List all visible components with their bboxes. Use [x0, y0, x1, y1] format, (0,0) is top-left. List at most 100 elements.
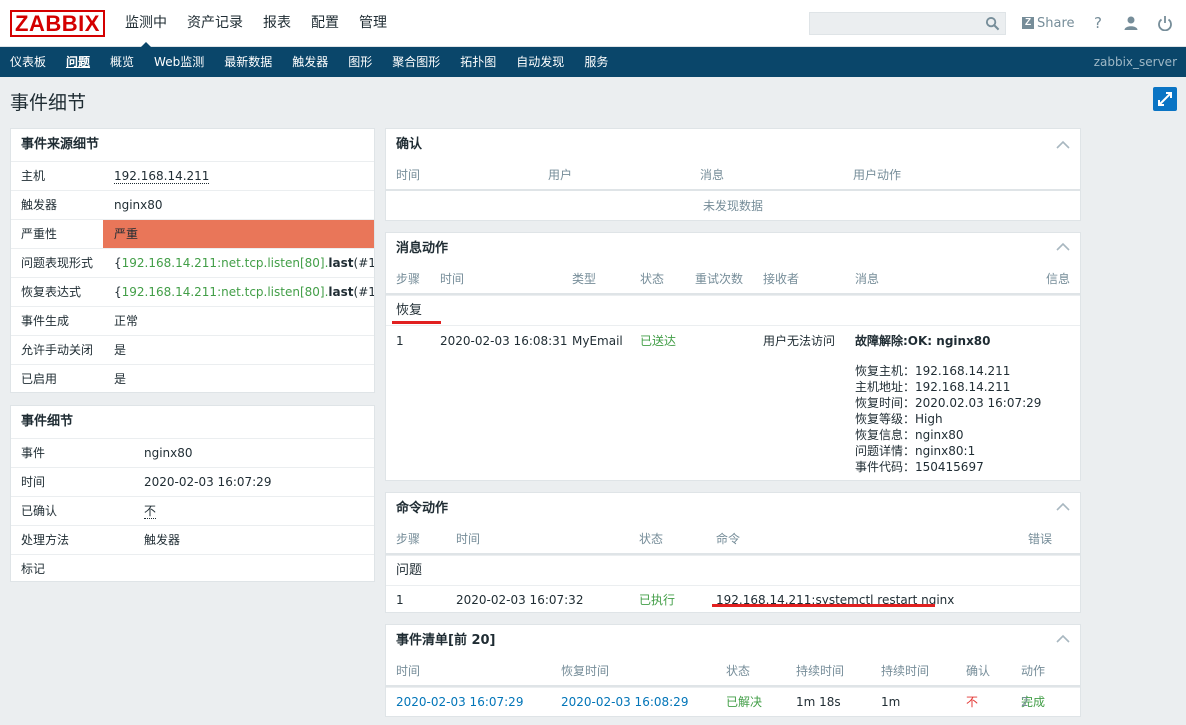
tags-label: 标记: [21, 562, 46, 576]
trigger-row: 触发器 nginx80: [11, 190, 374, 219]
severity-badge: 严重: [103, 220, 374, 249]
command-status: 已执行: [639, 593, 676, 607]
help-icon[interactable]: ?: [1090, 15, 1106, 31]
message-type: MyEmail: [572, 334, 623, 348]
collapse-chevron-icon[interactable]: [1056, 242, 1070, 252]
enabled-row: 已启用 是: [11, 364, 374, 392]
col-user: 用户: [548, 168, 573, 182]
share-button[interactable]: Z Share: [1022, 15, 1075, 31]
acknowledged-label: 已确认: [21, 504, 58, 518]
problem-expression: {192.168.14.211:net.tcp.listen[80].last(…: [114, 256, 374, 270]
command-actions-panel: 命令动作 步骤 时间 状态 命令 错误 问题 1 2020-02-03 16:0…: [385, 492, 1081, 613]
event-generation-row: 事件生成 正常: [11, 306, 374, 335]
search-input[interactable]: [809, 12, 1006, 35]
fullscreen-icon[interactable]: [1153, 87, 1177, 111]
event-list-row: 2020-02-03 16:07:29 2020-02-03 16:08:29 …: [386, 687, 1080, 716]
problem-expression-row: 问题表现形式 {192.168.14.211:net.tcp.listen[80…: [11, 248, 374, 277]
host-link[interactable]: 192.168.14.211: [114, 169, 210, 184]
event-list-table-header: 时间 恢复时间 状态 持续时间 持续时间 确认 动作: [386, 657, 1080, 687]
time-label: 时间: [21, 475, 46, 489]
collapse-chevron-icon[interactable]: [1056, 502, 1070, 512]
subnav-overview[interactable]: 概览: [100, 47, 144, 77]
acknowledges-panel: 确认 时间 用户 消息 用户动作 未发现数据: [385, 128, 1081, 221]
severity-label: 严重性: [21, 227, 58, 241]
collapse-chevron-icon[interactable]: [1056, 634, 1070, 644]
server-name: zabbix_server: [1093, 55, 1177, 69]
manual-close-row: 允许手动关闭 是: [11, 335, 374, 364]
problem-section-label: 问题: [396, 563, 423, 578]
search-icon[interactable]: [985, 16, 1000, 31]
share-label: Share: [1037, 15, 1075, 31]
subnav-services[interactable]: 服务: [574, 47, 618, 77]
message-recipient: 用户无法访问: [763, 334, 836, 348]
message-time: 2020-02-03 16:08:31: [440, 334, 568, 348]
col-status: 状态: [640, 272, 665, 286]
nav-inventory[interactable]: 资产记录: [177, 0, 253, 47]
event-row: 事件 nginx80: [11, 438, 374, 467]
no-data-message: 未发现数据: [702, 199, 763, 213]
event-details-title: 事件细节: [21, 414, 74, 429]
command-action-row: 1 2020-02-03 16:07:32 已执行 192.168.14.211…: [386, 585, 1080, 612]
event-recovery-time-link[interactable]: 2020-02-03 16:08:29: [561, 688, 688, 716]
message-status: 已送达: [640, 334, 677, 348]
time-row: 时间 2020-02-03 16:07:29: [11, 467, 374, 496]
page-title: 事件细节: [10, 92, 87, 114]
event-time-link[interactable]: 2020-02-03 16:07:29: [396, 688, 523, 716]
command-text: 192.168.14.211:systemctl restart nginx: [716, 593, 955, 607]
col-command: 命令: [716, 532, 741, 546]
message-line: 恢复等级：High: [855, 412, 943, 426]
event-ack-link[interactable]: 不: [966, 688, 978, 716]
enabled-value: 是: [114, 372, 127, 386]
col-user-action: 用户动作: [853, 168, 902, 182]
col-info: 信息: [1045, 272, 1070, 286]
user-profile-icon[interactable]: [1123, 15, 1139, 31]
sign-out-icon[interactable]: [1157, 15, 1173, 31]
subnav-screens[interactable]: 聚合图形: [382, 47, 450, 77]
command-time: 2020-02-03 16:07:32: [456, 593, 584, 607]
annotation-underline: [392, 321, 441, 324]
col-status: 状态: [639, 532, 664, 546]
collapse-chevron-icon[interactable]: [1056, 140, 1070, 150]
col-time: 时间: [396, 664, 421, 678]
col-retries: 重试次数: [695, 272, 744, 286]
subnav-problems[interactable]: 问题: [56, 47, 100, 77]
message-line: 恢复信息：nginx80: [855, 428, 964, 442]
subnav-latest-data[interactable]: 最新数据: [214, 47, 282, 77]
acknowledge-link[interactable]: 不: [144, 504, 157, 519]
trigger-value: nginx80: [114, 198, 163, 212]
event-list-panel: 事件清单[前 20] 时间 恢复时间 状态 持续时间 持续时间 确认 动作 20…: [385, 624, 1081, 717]
subnav-dashboard[interactable]: 仪表板: [0, 47, 56, 77]
col-step: 步骤: [396, 532, 421, 546]
acknowledges-table-header: 时间 用户 消息 用户动作: [386, 161, 1080, 191]
nav-configuration[interactable]: 配置: [301, 0, 349, 47]
command-actions-table-header: 步骤 时间 状态 命令 错误: [386, 525, 1080, 555]
message-line: 恢复主机：192.168.14.211: [855, 364, 1011, 378]
subnav-triggers[interactable]: 触发器: [282, 47, 338, 77]
severity-row: 严重性 严重: [11, 219, 374, 249]
message-step: 1: [396, 334, 404, 348]
col-error: 错误: [1028, 532, 1053, 546]
col-duration: 持续时间: [881, 664, 930, 678]
method-value: 触发器: [144, 533, 181, 547]
main-nav: 监测中 资产记录 报表 配置 管理: [115, 0, 397, 48]
nav-monitoring[interactable]: 监测中: [115, 0, 177, 48]
subnav-web[interactable]: Web监测: [144, 47, 214, 77]
subnav-graphs[interactable]: 图形: [338, 47, 382, 77]
trigger-label: 触发器: [21, 198, 58, 212]
zabbix-logo[interactable]: ZABBIX: [10, 10, 105, 37]
nav-administration[interactable]: 管理: [349, 0, 397, 47]
message-line: 恢复时间：2020.02.03 16:07:29: [855, 396, 1042, 410]
event-generation-value: 正常: [114, 314, 139, 328]
recovery-expression-label: 恢复表达式: [21, 285, 82, 299]
method-row: 处理方法 触发器: [11, 525, 374, 554]
message-actions-panel: 消息动作 步骤 时间 类型 状态 重试次数 接收者 消息 信息 恢复 1 202…: [385, 232, 1081, 481]
event-list-title: 事件清单[前 20]: [396, 633, 496, 648]
nav-reports[interactable]: 报表: [253, 0, 301, 47]
time-value: 2020-02-03 16:07:29: [144, 475, 272, 489]
col-message: 消息: [700, 168, 725, 182]
col-message: 消息: [855, 272, 880, 286]
top-header: ZABBIX 监测中 资产记录 报表 配置 管理 Z Share ?: [0, 0, 1186, 48]
subnav-maps[interactable]: 拓扑图: [450, 47, 506, 77]
message-action-row: 1 2020-02-03 16:08:31 MyEmail 已送达 用户无法访问…: [386, 325, 1080, 480]
subnav-discovery[interactable]: 自动发现: [506, 47, 574, 77]
